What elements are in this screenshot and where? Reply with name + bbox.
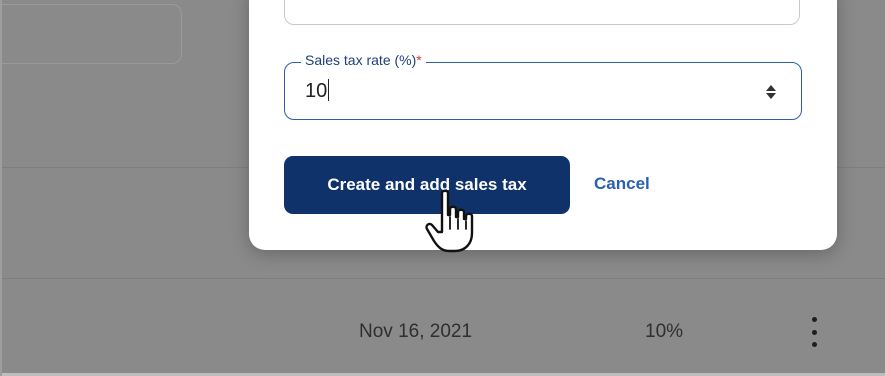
previous-input-field[interactable]	[284, 0, 800, 25]
sales-tax-rate-field[interactable]: Sales tax rate (%)* 10	[284, 52, 802, 120]
sales-tax-rate-input[interactable]: 10	[305, 79, 330, 103]
background-card	[2, 4, 182, 64]
cancel-button[interactable]: Cancel	[594, 174, 650, 194]
spinner-up-icon[interactable]	[766, 85, 776, 91]
kebab-menu-icon[interactable]	[806, 317, 822, 347]
hand-pointer-icon	[425, 189, 474, 253]
row-divider	[2, 278, 885, 279]
sales-tax-rate-label: Sales tax rate (%)*	[301, 52, 426, 68]
required-asterisk: *	[416, 52, 422, 68]
spinner-down-icon[interactable]	[766, 93, 776, 99]
tax-row-rate: 10%	[645, 321, 684, 342]
create-sales-tax-dialog: Sales tax rate (%)* 10 Create and add sa…	[249, 0, 837, 250]
tax-row-date: Nov 16, 2021	[359, 321, 473, 342]
number-spinner-icon[interactable]	[765, 83, 777, 101]
text-caret	[328, 79, 330, 101]
